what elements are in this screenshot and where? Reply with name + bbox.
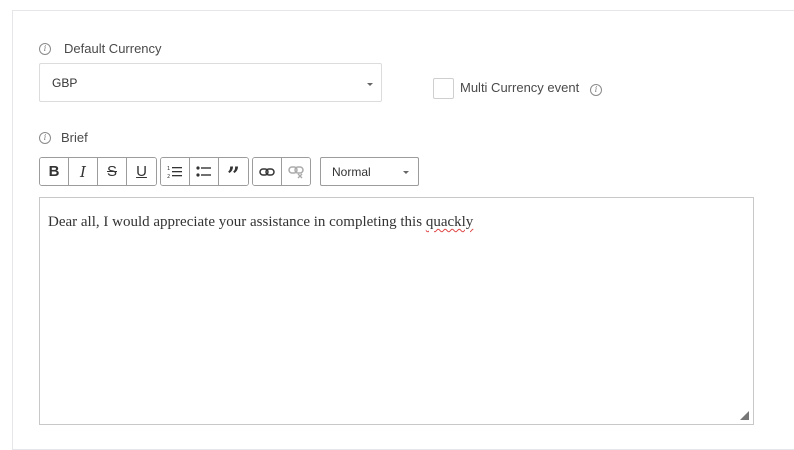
italic-icon: I	[80, 162, 86, 181]
brief-label: Brief	[61, 130, 88, 145]
bold-icon: B	[48, 163, 60, 180]
blockquote-button[interactable]: ”	[219, 158, 248, 185]
bullet-list-icon	[196, 165, 211, 177]
link-icon	[259, 167, 275, 176]
brief-editor-content[interactable]: Dear all, I would appreciate your assist…	[48, 214, 473, 231]
paragraph-format-select[interactable]: Normal	[320, 157, 419, 186]
brief-editor[interactable]: Dear all, I would appreciate your assist…	[39, 197, 754, 425]
italic-button[interactable]: I	[69, 158, 98, 185]
bold-button[interactable]: B	[40, 158, 69, 185]
paragraph-format-value: Normal	[332, 165, 371, 179]
brief-text: Dear all, I would appreciate your assist…	[48, 214, 426, 230]
underline-icon: U	[136, 163, 147, 180]
block-format-group: 1 2 ”	[160, 157, 249, 186]
chevron-down-icon	[367, 83, 373, 86]
svg-text:1: 1	[167, 166, 170, 172]
strikethrough-icon: S	[106, 163, 117, 180]
info-icon[interactable]: i	[39, 43, 51, 55]
svg-text:2: 2	[167, 174, 170, 179]
multi-currency-checkbox[interactable]	[433, 78, 454, 99]
ordered-list-button[interactable]: 1 2	[161, 158, 190, 185]
unlink-button[interactable]	[281, 158, 310, 185]
unlink-icon	[288, 165, 304, 178]
ordered-list-icon: 1 2	[167, 166, 182, 179]
default-currency-select[interactable]: GBP	[39, 63, 382, 102]
resize-grip-icon[interactable]	[740, 411, 749, 420]
default-currency-value: GBP	[52, 76, 78, 90]
multi-currency-label: Multi Currency event	[460, 80, 580, 95]
info-icon[interactable]: i	[590, 84, 602, 96]
info-icon[interactable]: i	[39, 132, 51, 144]
misspelled-word: quackly	[425, 214, 474, 230]
underline-button[interactable]: U	[127, 158, 156, 185]
quote-icon: ”	[227, 162, 240, 186]
chevron-down-icon	[403, 171, 409, 174]
strikethrough-button[interactable]: S	[98, 158, 127, 185]
bullet-list-button[interactable]	[190, 158, 219, 185]
text-style-group: B I S U	[39, 157, 157, 186]
link-group	[252, 157, 311, 186]
link-button[interactable]	[253, 158, 282, 185]
default-currency-label: Default Currency	[64, 41, 162, 56]
